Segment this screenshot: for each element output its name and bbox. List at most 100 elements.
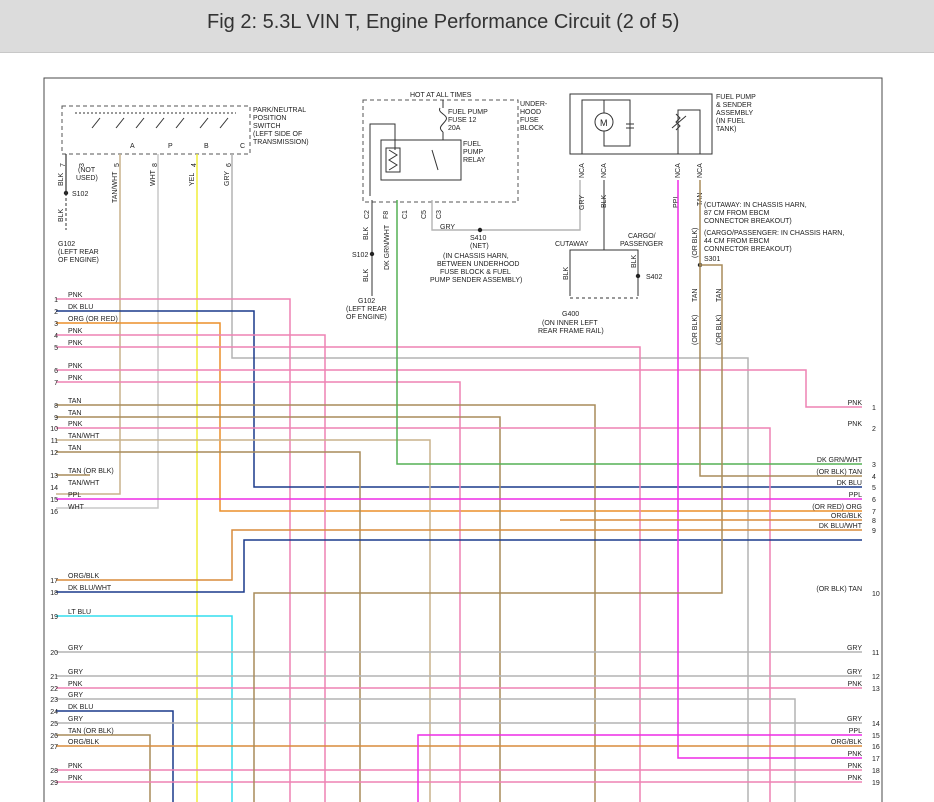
left-wire-3: ORG (OR RED): [68, 316, 118, 323]
ground-g102-left-label: G102: [58, 241, 75, 248]
left-wire-6: PNK: [68, 363, 83, 370]
right-pin-2: 2: [872, 426, 876, 433]
switch-pos-c: C: [240, 143, 245, 150]
relay-label-2: PUMP: [463, 149, 484, 156]
blk-label-left: BLK: [58, 208, 65, 222]
pump-pin-3: NCA: [675, 163, 682, 178]
pump-motor-label: M: [600, 118, 608, 128]
g400-label: G400: [562, 311, 579, 318]
g400-cargo-1: CARGO/: [628, 233, 656, 240]
wiring-diagram: PARK/NEUTRAL POSITION SWITCH (LEFT SIDE …: [43, 77, 883, 802]
dkblu-row24: [56, 710, 174, 802]
g400-wire-1: BLK: [563, 266, 570, 280]
switch-contact-0: [91, 117, 101, 129]
right-wire-5: DK BLU: [837, 480, 862, 487]
left-wire-24: DK BLU: [68, 704, 93, 711]
left-wire-29: PNK: [68, 775, 83, 782]
left-wire-14: TAN/WHT: [68, 480, 100, 487]
splice-s301: S301: [704, 256, 720, 263]
pin-c3: C3: [436, 210, 443, 219]
right-wire-4: (OR BLK) TAN: [816, 469, 862, 476]
switch-pos-b: B: [204, 143, 209, 150]
switch-contact-5: [199, 117, 209, 129]
left-wire-17: ORG/BLK: [68, 573, 99, 580]
ground-g102-fuse-desc-2: OF ENGINE): [346, 314, 387, 321]
relay-feed-wire: [369, 123, 396, 196]
left-pin-9: 9: [54, 415, 58, 422]
orgblk-row17: [56, 529, 862, 581]
g400-desc-2: REAR FRAME RAIL): [538, 328, 604, 335]
fuel-pump-title-3: ASSEMBLY: [716, 110, 754, 117]
fuel-pump-title-2: & SENDER: [716, 102, 752, 109]
pnk-row5: [56, 346, 641, 802]
right-pin-14: 14: [872, 721, 880, 728]
splice-s402-dot: [635, 273, 641, 279]
relay-contact: [431, 149, 439, 171]
left-wire-19: LT BLU: [68, 609, 91, 616]
left-wire-15: PPL: [68, 492, 81, 499]
pump-wire-ppl: PPL: [673, 195, 680, 208]
right-pin-15: 15: [872, 733, 880, 740]
splice-s102-left: S102: [72, 191, 88, 198]
fuel-pump-title-4: (IN FUEL: [716, 118, 745, 125]
fuel-pump-box: [569, 93, 713, 155]
fuse-block-title-4: BLOCK: [520, 125, 544, 132]
pump-pin-2: NCA: [601, 163, 608, 178]
splice-s402: S402: [646, 274, 662, 281]
right-pin-9: 9: [872, 528, 876, 535]
switch-wire-0: BLK: [58, 172, 65, 186]
wire-dkgrn-fuse: DK GRN/WHT: [384, 224, 391, 270]
left-pin-2: 2: [54, 309, 58, 316]
s410-net: (NET): [470, 243, 489, 250]
left-pin-14: 14: [50, 485, 58, 492]
right-wire-3: DK GRN/WHT: [817, 457, 863, 464]
right-wire-19: PNK: [848, 775, 863, 782]
fuse-label-1: FUEL PUMP: [448, 109, 488, 116]
splice-s301-group: (CUTAWAY: IN CHASSIS HARN, 87 CM FROM EB…: [692, 202, 844, 345]
right-pin-3: 3: [872, 462, 876, 469]
left-pin-10: 10: [50, 426, 58, 433]
fuse-block-title-3: FUSE: [520, 117, 539, 124]
left-wire-4: PNK: [68, 328, 83, 335]
right-wire-8: ORG/BLK: [831, 513, 862, 520]
s410-desc-1: (IN CHASSIS HARN,: [443, 253, 509, 260]
right-pin-12: 12: [872, 674, 880, 681]
right-pin-16: 16: [872, 744, 880, 751]
right-pin-10: 10: [872, 591, 880, 598]
left-pin-6: 6: [54, 368, 58, 375]
left-wire-1: PNK: [68, 292, 83, 299]
s301-desc-4: (CARGO/PASSENGER: IN CHASSIS HARN,: [704, 230, 844, 237]
right-wire-12: GRY: [847, 669, 862, 676]
s301-tan-1: TAN: [692, 289, 699, 302]
dkblu-row2: [56, 310, 862, 488]
park-neutral-switch: PARK/NEUTRAL POSITION SWITCH (LEFT SIDE …: [58, 105, 309, 203]
switch-title-4: (LEFT SIDE OF: [253, 131, 302, 138]
wire-blk-fuse: BLK: [363, 226, 370, 240]
sender-wiring: [677, 109, 701, 154]
right-pin-7: 7: [872, 509, 876, 516]
ground-g102-fuse: G102: [358, 298, 375, 305]
left-pin-11: 11: [51, 438, 58, 445]
sender-wiper: [671, 115, 687, 129]
ground-g102-left-desc-1: (LEFT REAR: [58, 249, 99, 256]
switch-title-5: TRANSMISSION): [253, 139, 309, 146]
right-wire-11: GRY: [847, 645, 862, 652]
switch-wire-4: YEL: [189, 173, 196, 186]
s301-desc-3: CONNECTOR BREAKOUT): [704, 218, 792, 225]
g400-cargo-2: PASSENGER: [620, 241, 663, 248]
s410-desc-3: FUSE BLOCK & FUEL: [440, 269, 511, 276]
right-pin-19: 19: [872, 780, 880, 787]
s410-desc-4: PUMP SENDER ASSEMBLY): [430, 277, 522, 284]
right-wire-6: PPL: [849, 492, 862, 499]
gry-row23: [56, 698, 796, 802]
relay-box: [380, 139, 462, 181]
left-pin-17: 17: [50, 578, 58, 585]
right-pin-18: 18: [872, 768, 880, 775]
s301-desc-6: CONNECTOR BREAKOUT): [704, 246, 792, 253]
left-pin-5: 5: [54, 345, 58, 352]
left-wire-21: GRY: [68, 669, 83, 676]
left-wire-5: PNK: [68, 340, 83, 347]
left-pin-27: 27: [50, 744, 58, 751]
left-wire-27: ORG/BLK: [68, 739, 99, 746]
wire-blk2-fuse: BLK: [363, 268, 370, 282]
